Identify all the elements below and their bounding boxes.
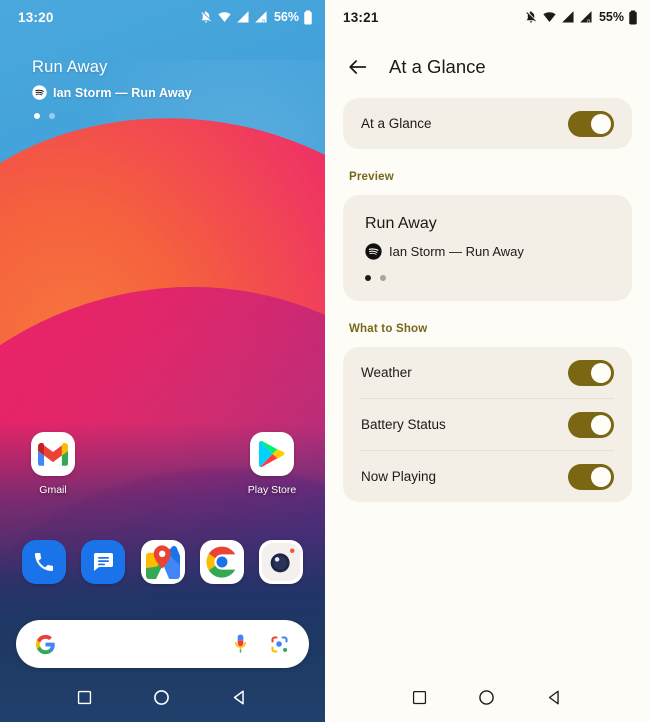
battery-percent-label: 56% [273,10,299,24]
toggle-knob [591,414,611,435]
notifications-off-icon [201,11,211,23]
home-dock [0,540,325,584]
dock-app-messages[interactable] [73,540,132,584]
left-status-bar: 13:20 R 56% [0,0,325,34]
left-navigation-bar [0,672,325,722]
now-playing-toggle[interactable] [568,463,614,490]
widget-track-artist: Ian Storm — Run Away [53,85,192,100]
battery-icon [304,9,312,25]
preview-card: Run Away Ian Storm — Run Away [343,195,632,301]
at-a-glance-master-card: At a Glance [343,98,632,149]
spotify-icon [32,85,47,100]
messages-icon [81,540,126,584]
preview-track-title: Run Away [365,215,437,232]
search-bar-actions [232,633,290,655]
page-dot-active [34,113,40,119]
chrome-icon [199,540,244,584]
notifications-off-icon [526,11,536,23]
now-playing-widget[interactable]: Run Away Ian Storm — Run Away [0,34,325,119]
toggle-knob [591,466,611,487]
page-title: At a Glance [389,56,486,77]
wifi-icon [218,12,231,22]
setting-row-now-playing[interactable]: Now Playing [343,451,632,502]
dock-app-chrome[interactable] [192,540,251,584]
what-to-show-section-label: What to Show [349,323,428,335]
row-label: Weather [361,365,412,380]
app-label: Play Store [247,484,297,496]
home-icon[interactable] [478,689,495,706]
row-label: Now Playing [361,469,437,484]
back-icon[interactable] [231,689,248,706]
toggle-knob [591,113,611,134]
widget-page-indicator[interactable] [32,113,325,119]
preview-track-artist: Ian Storm — Run Away [389,244,524,259]
dual-phone-screenshot: 13:20 R 56% Run Away Ian Storm — Run Awa… [0,0,650,722]
camera-icon [259,540,304,584]
phone-icon [21,540,66,584]
signal-bars-icon [562,11,574,23]
weather-toggle[interactable] [568,359,614,386]
battery-status-toggle[interactable] [568,411,614,438]
dock-app-camera[interactable] [252,540,311,584]
status-clock: 13:21 [343,9,379,25]
dock-app-phone[interactable] [14,540,73,584]
right-phone-settings-screen: 13:21 R 55% At a Glance At a Glance Prev… [325,0,650,722]
setting-row-weather[interactable]: Weather [343,347,632,398]
preview-section-label: Preview [349,171,394,183]
spotify-icon [365,243,382,260]
signal-bars-icon [237,11,249,23]
battery-percent-label: 55% [598,10,624,24]
toggle-knob [591,362,611,383]
back-arrow-icon[interactable] [347,56,369,78]
battery-icon [629,9,637,25]
settings-app-bar: At a Glance [325,34,650,86]
app-label: Gmail [39,484,67,496]
app-gmail[interactable]: Gmail [22,432,84,496]
home-icon[interactable] [153,689,170,706]
page-dot-inactive [49,113,55,119]
home-app-row: Gmail Play Store [0,432,325,496]
signal-bars-2-icon: R [580,11,592,23]
app-play-store[interactable]: Play Store [241,432,303,496]
preview-page-indicator [365,275,610,281]
microphone-icon[interactable] [232,633,249,655]
status-icons: R 55% [524,9,638,25]
right-status-bar: 13:21 R 55% [325,0,650,34]
widget-track-title: Run Away [32,58,108,76]
page-dot-inactive [380,275,386,281]
status-clock: 13:20 [18,9,54,25]
what-to-show-card: Weather Battery Status Now Playing [343,347,632,502]
left-phone-home-screen: 13:20 R 56% Run Away Ian Storm — Run Awa… [0,0,325,722]
at-a-glance-toggle[interactable] [568,110,614,137]
row-label: Battery Status [361,417,446,432]
page-dot-active [365,275,371,281]
wifi-icon [543,12,556,22]
back-icon[interactable] [546,689,563,706]
widget-subtitle-row: Ian Storm — Run Away [32,85,325,100]
recent-apps-icon[interactable] [412,690,427,705]
status-icons: R 56% [199,9,313,25]
gmail-icon [31,432,75,476]
setting-row-battery-status[interactable]: Battery Status [343,399,632,450]
play-store-icon [250,432,294,476]
google-g-icon [35,634,55,654]
row-label: At a Glance [361,116,432,131]
google-search-bar[interactable] [16,620,309,668]
right-navigation-bar [325,672,650,722]
signal-bars-2-icon: R [255,11,267,23]
maps-icon [140,540,185,584]
preview-subtitle-row: Ian Storm — Run Away [365,243,610,260]
at-a-glance-master-row[interactable]: At a Glance [343,98,632,149]
dock-app-maps[interactable] [133,540,192,584]
google-lens-icon[interactable] [269,634,290,655]
recent-apps-icon[interactable] [77,690,92,705]
